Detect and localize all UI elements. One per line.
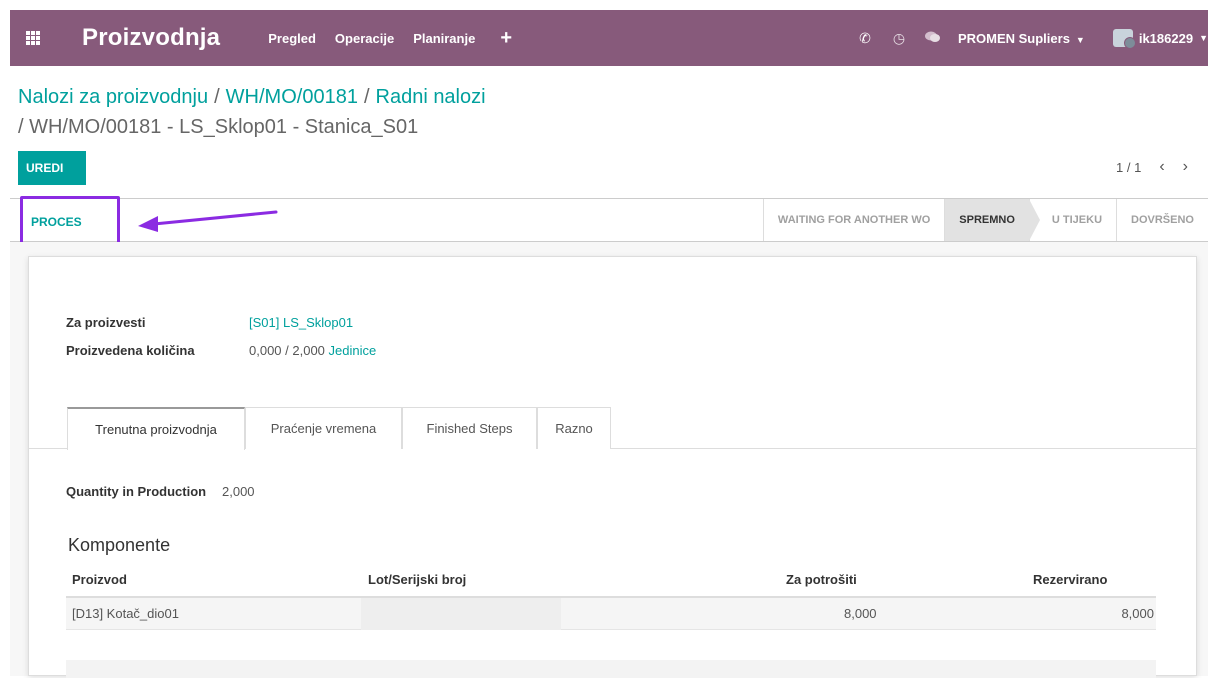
user-name: ik186229 xyxy=(1138,30,1194,46)
apps-grid-icon[interactable] xyxy=(10,10,56,66)
components-title: Komponente xyxy=(68,535,171,555)
tab-misc[interactable]: Razno xyxy=(537,407,611,449)
cell-to-consume: 8,000 xyxy=(844,606,877,621)
company-switcher[interactable]: PROMEN Supliers ▼ xyxy=(958,31,1085,46)
chat-icon[interactable] xyxy=(916,30,950,46)
pager-value[interactable]: 1 / 1 xyxy=(1116,160,1141,175)
column-header[interactable]: Proizvod xyxy=(72,572,127,587)
product-link[interactable]: [S01] LS_Sklop01 xyxy=(249,315,353,330)
app-title[interactable]: Proizvodnja xyxy=(82,24,220,52)
menu-planiranje[interactable]: Planiranje xyxy=(413,31,475,46)
user-menu[interactable]: ik186229 ▼ xyxy=(1112,29,1208,49)
column-header[interactable]: Rezervirano xyxy=(1033,572,1107,587)
cell-product: [D13] Kotač_dio01 xyxy=(72,606,179,621)
field-label: Za proizvesti xyxy=(66,315,146,330)
stage-done[interactable]: DOVRŠENO xyxy=(1116,199,1208,241)
chevron-right-icon[interactable]: › xyxy=(1183,158,1188,176)
tab-finished-steps[interactable]: Finished Steps xyxy=(402,407,537,449)
top-navbar: Proizvodnja Pregled Operacije Planiranje… xyxy=(10,10,1208,66)
menu-operacije[interactable]: Operacije xyxy=(335,31,394,46)
uom-link[interactable]: Jedinice xyxy=(329,343,377,358)
breadcrumb-separator: / xyxy=(363,86,370,108)
stage-waiting[interactable]: WAITING FOR ANOTHER WO xyxy=(762,199,944,241)
edit-button[interactable]: UREDI xyxy=(18,151,86,185)
chevron-down-icon: ▼ xyxy=(1199,33,1208,43)
table-row[interactable]: [D13] Kotač_dio01 8,000 8,000 xyxy=(66,598,1156,630)
form-sheet: Za proizvesti [S01] LS_Sklop01 Proizvede… xyxy=(28,256,1197,678)
annotation-arrow-icon xyxy=(138,210,278,232)
menu-pregled[interactable]: Pregled xyxy=(268,31,316,46)
column-header[interactable]: Za potrošiti xyxy=(786,572,857,587)
breadcrumb-link-workorders[interactable]: Radni nalozi xyxy=(376,86,486,108)
breadcrumb-current: / WH/MO/00181 - LS_Sklop01 - Stanica_S01 xyxy=(18,116,419,138)
breadcrumb-separator: / xyxy=(214,86,220,108)
notebook-tabs: Trenutna proizvodnja Praćenje vremena Fi… xyxy=(29,405,1196,450)
field-to-produce: Za proizvesti [S01] LS_Sklop01 xyxy=(66,315,353,330)
stage-pipeline: WAITING FOR ANOTHER WO SPREMNO U TIJEKU … xyxy=(762,199,1208,241)
cell-lot[interactable] xyxy=(361,598,561,630)
pager: 1 / 1 ‹ › xyxy=(1116,158,1188,176)
column-header[interactable]: Lot/Serijski broj xyxy=(368,572,466,587)
table-footer xyxy=(66,660,1156,678)
stage-ready[interactable]: SPREMNO xyxy=(944,199,1040,241)
avatar xyxy=(1112,29,1136,49)
breadcrumb-link-mo[interactable]: WH/MO/00181 xyxy=(226,86,358,108)
clock-icon[interactable]: ◷ xyxy=(882,30,916,47)
breadcrumb-link-orders[interactable]: Nalozi za proizvodnju xyxy=(18,86,208,108)
plus-icon[interactable]: + xyxy=(500,27,512,50)
process-button[interactable]: PROCES xyxy=(20,196,120,248)
field-qty-produced: Proizvedena količina 0,000 / 2,000 Jedin… xyxy=(66,343,376,358)
cell-reserved: 8,000 xyxy=(1121,606,1154,621)
tab-time-tracking[interactable]: Praćenje vremena xyxy=(245,407,402,449)
chevron-left-icon[interactable]: ‹ xyxy=(1159,158,1164,176)
table-header: Proizvod Lot/Serijski broj Za potrošiti … xyxy=(66,562,1156,598)
qty-in-production-value: 2,000 xyxy=(222,484,255,499)
phone-icon[interactable]: ✆ xyxy=(848,30,882,47)
breadcrumb: Nalozi za proizvodnju / WH/MO/00181/Radni … xyxy=(18,82,486,142)
tab-current-production[interactable]: Trenutna proizvodnja xyxy=(67,407,245,450)
company-name: PROMEN Supliers xyxy=(957,30,1070,46)
stage-in-progress[interactable]: U TIJEKU xyxy=(1028,199,1116,241)
qty-produced-value: 0,000 / 2,000 xyxy=(249,343,325,358)
field-label: Proizvedena količina xyxy=(66,343,195,358)
status-bar: PROCES WAITING FOR ANOTHER WO SPREMNO U … xyxy=(10,196,1208,248)
chevron-down-icon: ▼ xyxy=(1075,34,1085,45)
field-label: Quantity in Production xyxy=(66,484,207,499)
field-qty-in-production: Quantity in Production 2,000 xyxy=(66,484,255,499)
